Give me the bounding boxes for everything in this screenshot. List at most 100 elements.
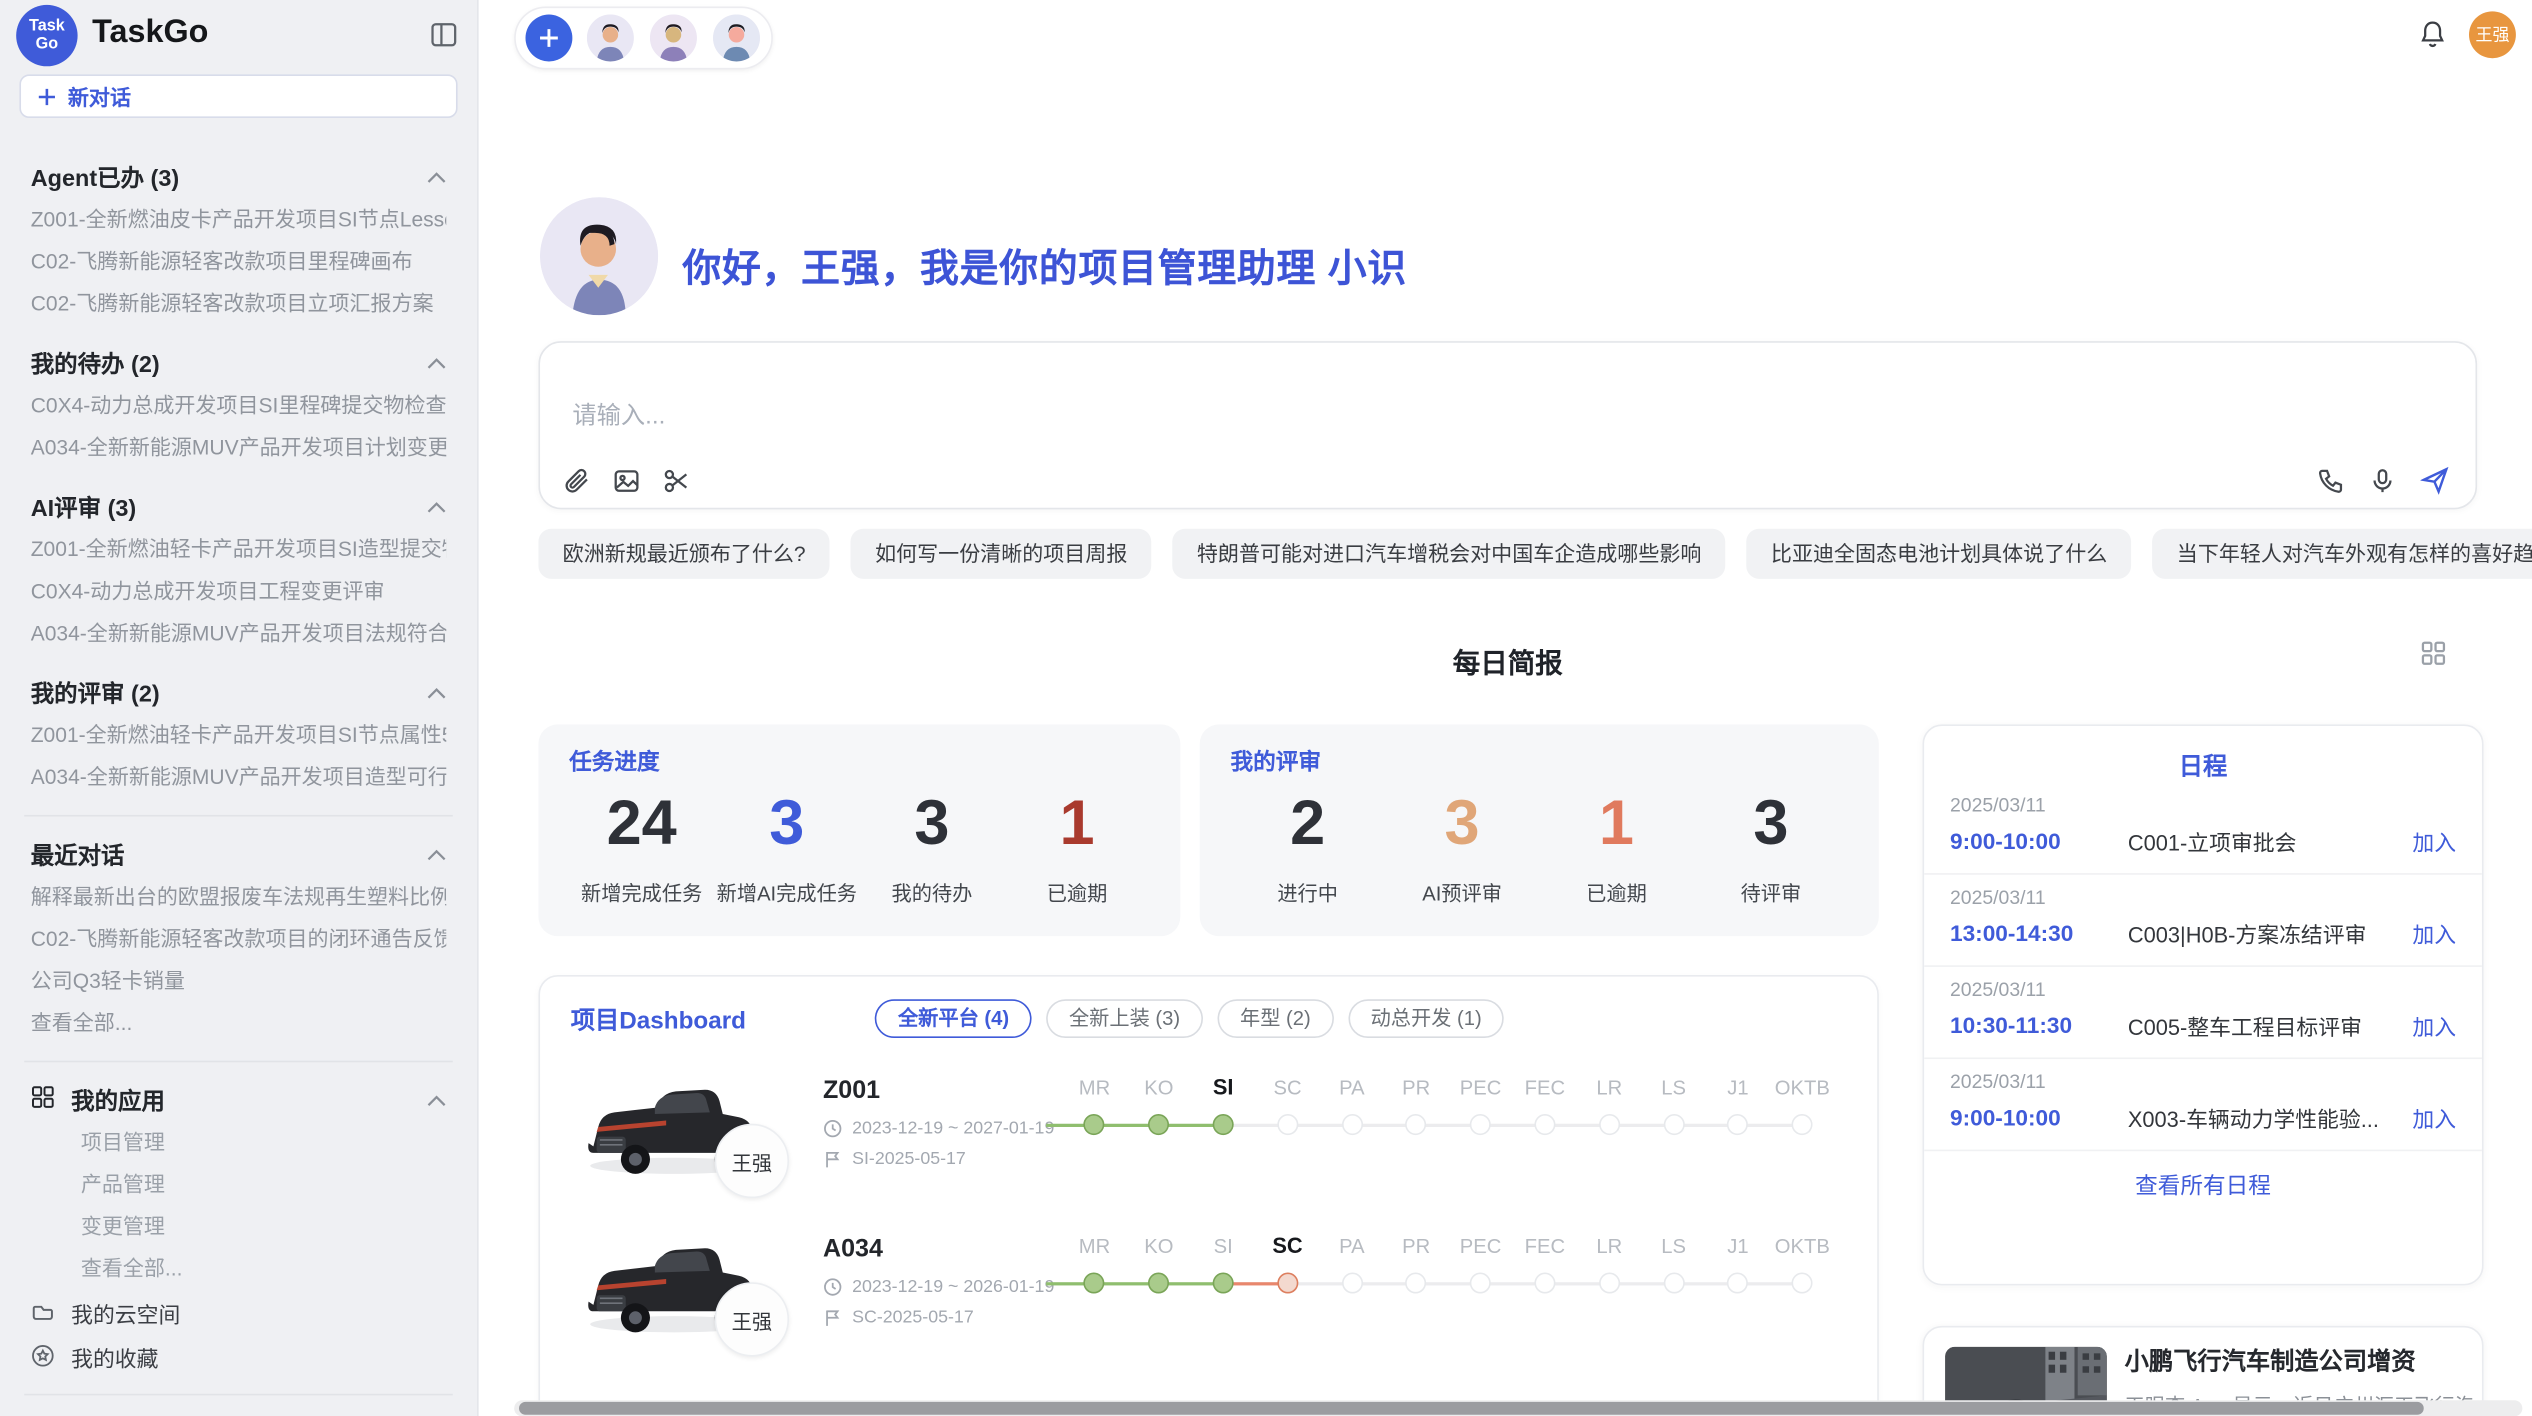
sidebar-item[interactable]: Z001-全新燃油轻卡产品开发项目SI节点属性5D文件评审	[31, 715, 447, 757]
sidebar-item[interactable]: C02-飞腾新能源轻客改款项目里程碑画布	[31, 241, 447, 283]
sidebar-app-item[interactable]: 项目管理	[31, 1122, 447, 1164]
sidebar-tool-users[interactable]: AI超级员工	[31, 1412, 447, 1416]
schedule-item: 2025/03/1113:00-14:30C003|H0B-方案冻结评审加入	[1924, 875, 2482, 967]
join-button[interactable]: 加入	[2412, 825, 2456, 857]
input-toolbar-right	[2317, 466, 2450, 495]
milestone: SC	[1255, 1072, 1319, 1146]
stat-value: 3	[714, 787, 859, 861]
sidebar-collapse-icon[interactable]	[430, 21, 457, 57]
scissors-icon[interactable]	[663, 467, 690, 494]
new-chat-button[interactable]: 新对话	[19, 74, 457, 118]
sidebar-item[interactable]: C02-飞腾新能源轻客改款项目的闭环通告反馈情况	[31, 918, 447, 960]
stat: 1已逾期	[1539, 787, 1693, 907]
stat-label: 进行中	[1230, 876, 1384, 907]
milestone: MR	[1062, 1072, 1126, 1146]
sidebar-section-header[interactable]: AI评审 (3)	[31, 490, 447, 524]
star-icon	[31, 1344, 55, 1368]
milestone: OKTB	[1770, 1072, 1834, 1146]
sidebar-item[interactable]: C02-飞腾新能源轻客改款项目立项汇报方案	[31, 283, 447, 325]
image-icon[interactable]	[613, 467, 640, 494]
suggestion-chip[interactable]: 当下年轻人对汽车外观有怎样的喜好趋势	[2153, 529, 2532, 579]
milestone-dot	[1277, 1273, 1298, 1294]
attachment-icon[interactable]	[563, 467, 590, 494]
sidebar-item[interactable]: 公司Q3轻卡销量	[31, 960, 447, 1002]
sidebar-section-header[interactable]: 我的应用	[31, 1083, 447, 1117]
layout-grid-icon[interactable]	[2420, 640, 2446, 674]
chat-input[interactable]	[569, 401, 2031, 432]
scrollbar-thumb[interactable]	[519, 1402, 2424, 1415]
join-button[interactable]: 加入	[2412, 1009, 2456, 1041]
suggestion-chip[interactable]: 比亚迪全固态电池计划具体说了什么	[1747, 529, 2132, 579]
milestone-dot	[1148, 1273, 1169, 1294]
join-button[interactable]: 加入	[2412, 917, 2456, 949]
grid-icon	[31, 1085, 55, 1116]
user-avatar[interactable]: 王强	[2469, 11, 2516, 58]
milestone-dot	[1084, 1273, 1105, 1294]
sidebar-item[interactable]: Z001-全新燃油皮卡产品开发项目SI节点Lesson Learn报告	[31, 199, 447, 241]
chevron-up-icon	[427, 842, 446, 868]
flag-icon	[823, 1150, 842, 1169]
chevron-up-icon	[427, 1087, 446, 1113]
add-session-button[interactable]	[525, 15, 572, 62]
stat: 2进行中	[1230, 787, 1384, 907]
suggestion-chip[interactable]: 欧洲新规最近颁布了什么?	[538, 529, 829, 579]
sidebar-section-header[interactable]: 最近对话	[31, 838, 447, 872]
milestone-dot	[1534, 1114, 1555, 1135]
sidebar-item[interactable]: C0X4-动力总成开发项目工程变更评审	[31, 571, 447, 613]
agent-avatar-2[interactable]	[648, 13, 698, 63]
sidebar-section-header[interactable]: 我的评审 (2)	[31, 676, 447, 710]
schedule-list: 2025/03/119:00-10:00C001-立项审批会加入2025/03/…	[1924, 783, 2482, 1152]
chevron-up-icon	[427, 680, 446, 706]
stat-label: AI预评审	[1385, 876, 1539, 907]
sidebar-app-item[interactable]: 产品管理	[31, 1164, 447, 1206]
sidebar-item-drive[interactable]: 我的云空间	[31, 1290, 447, 1334]
clock-icon	[823, 1277, 842, 1296]
project-row[interactable]: 王强A0342023-12-19 ~ 2026-01-19SC-2025-05-…	[540, 1211, 1879, 1369]
milestone: PR	[1384, 1072, 1448, 1146]
dashboard-filter-chip[interactable]: 全新上装 (3)	[1046, 999, 1202, 1038]
sidebar-app-item[interactable]: 查看全部...	[31, 1248, 447, 1290]
sidebar-section-header[interactable]: 我的待办 (2)	[31, 346, 447, 380]
project-name: A034	[823, 1235, 883, 1264]
task-progress-card: 任务进度24新增完成任务3新增AI完成任务3我的待办1已逾期	[538, 724, 1180, 936]
dashboard-filter-chip[interactable]: 年型 (2)	[1217, 999, 1333, 1038]
schedule-date: 2025/03/11	[1950, 794, 2456, 817]
sidebar-item[interactable]: 解释最新出台的欧盟报废车法规再生塑料比例被调至15%...	[31, 876, 447, 918]
chevron-up-icon	[427, 494, 446, 520]
sidebar-item[interactable]: A034-全新新能源MUV产品开发项目法规符合性评审	[31, 613, 447, 655]
sidebar-item-star[interactable]: 我的收藏	[31, 1334, 447, 1378]
milestone-dot	[1727, 1114, 1748, 1135]
schedule-event-title: C005-整车工程目标评审	[2128, 1009, 2413, 1041]
microphone-icon[interactable]	[2369, 466, 2396, 493]
sidebar-item[interactable]: Z001-全新燃油轻卡产品开发项目SI造型提交物评审	[31, 529, 447, 571]
notification-bell-icon[interactable]	[2419, 19, 2446, 56]
agent-avatar-3[interactable]	[711, 13, 761, 63]
milestone: KO	[1127, 1072, 1191, 1146]
suggestion-chips: 欧洲新规最近颁布了什么? 如何写一份清晰的项目周报特朗普可能对进口汽车增税会对中国…	[538, 529, 2532, 579]
sidebar-app-item[interactable]: 变更管理	[31, 1206, 447, 1248]
milestone-dot	[1792, 1273, 1813, 1294]
milestone-dot	[1341, 1114, 1362, 1135]
view-all-schedule-link[interactable]: 查看所有日程	[1924, 1169, 2482, 1201]
send-icon[interactable]	[2420, 466, 2449, 495]
dashboard-filter-chip[interactable]: 全新平台 (4)	[875, 999, 1031, 1038]
dashboard-title: 项目Dashboard	[571, 1002, 746, 1036]
agent-avatar-1[interactable]	[585, 13, 635, 63]
sidebar-item[interactable]: A034-全新新能源MUV产品开发项目计划变更表编写	[31, 427, 447, 469]
suggestion-chip[interactable]: 如何写一份清晰的项目周报	[851, 529, 1152, 579]
sidebar-item[interactable]: A034-全新新能源MUV产品开发项目造型可行性评审	[31, 757, 447, 799]
dashboard-filter-chip[interactable]: 动总开发 (1)	[1348, 999, 1504, 1038]
clock-icon	[823, 1119, 842, 1138]
suggestion-chip[interactable]: 特朗普可能对进口汽车增税会对中国车企造成哪些影响	[1173, 529, 1726, 579]
plus-icon	[538, 27, 559, 48]
sidebar-item[interactable]: 查看全部...	[31, 1002, 447, 1044]
stat-label: 新增AI完成任务	[714, 876, 859, 907]
milestone: J1	[1706, 1230, 1770, 1304]
phone-icon[interactable]	[2317, 466, 2344, 493]
join-button[interactable]: 加入	[2412, 1101, 2456, 1133]
sidebar-item[interactable]: C0X4-动力总成开发项目SI里程碑提交物检查	[31, 385, 447, 427]
project-row[interactable]: 王强Z0012023-12-19 ~ 2027-01-19SI-2025-05-…	[540, 1053, 1879, 1211]
chevron-up-icon	[427, 350, 446, 376]
sidebar-section-header[interactable]: Agent已办 (3)	[31, 160, 447, 194]
dashboard-filters: 全新平台 (4) 全新上装 (3) 年型 (2) 动总开发 (1)	[875, 999, 1504, 1038]
